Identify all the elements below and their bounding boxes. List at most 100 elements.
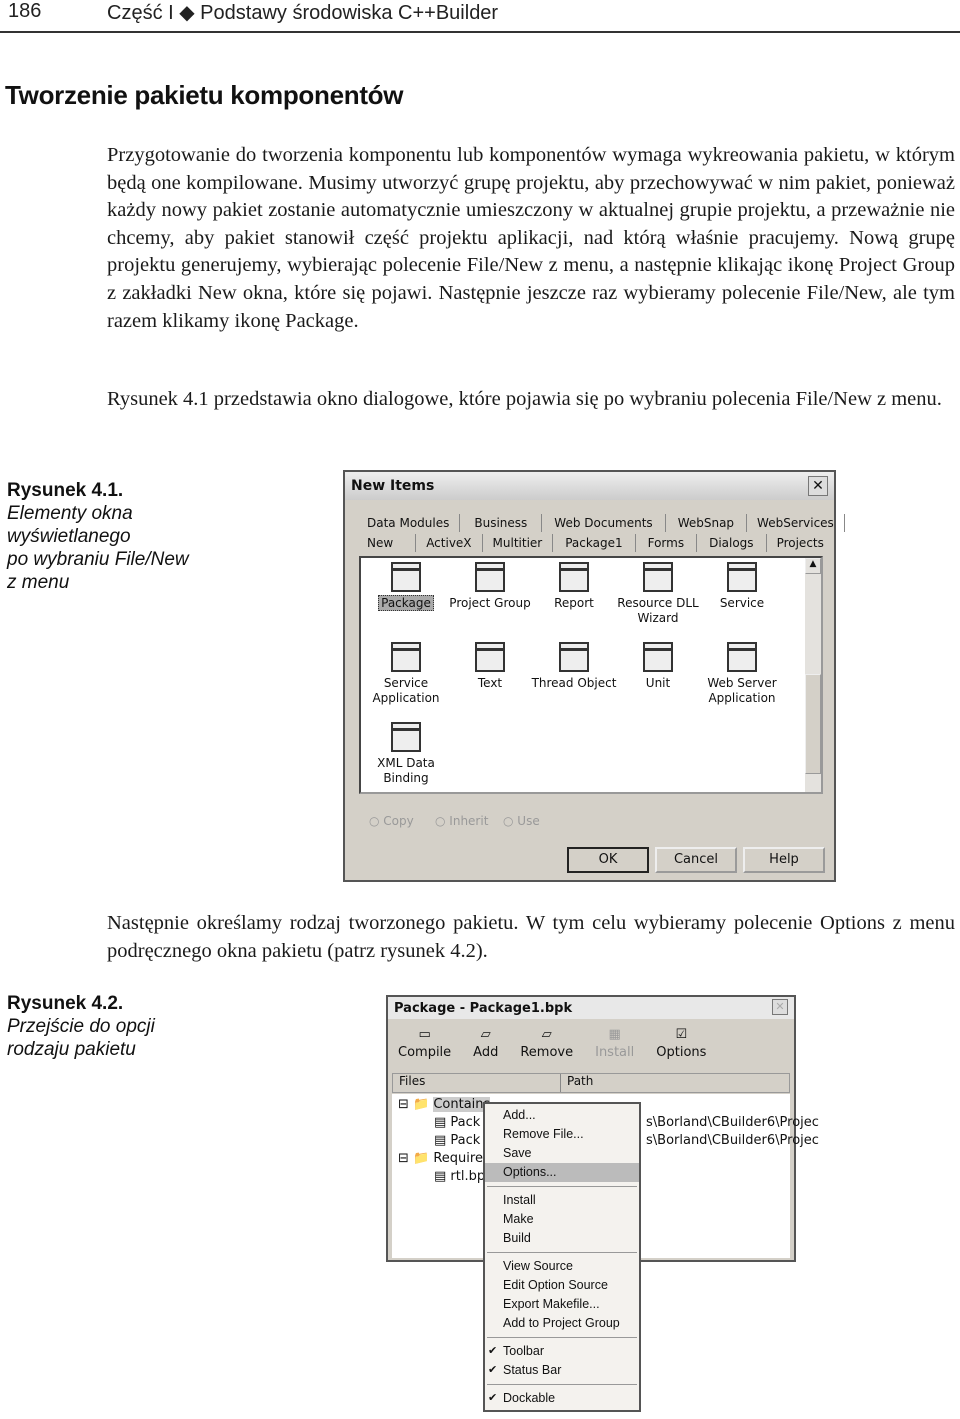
tab-forms[interactable]: Forms xyxy=(636,534,698,552)
figure-caption: Rysunek 4.2. Przejście do opcji rodzaju … xyxy=(7,992,155,1061)
menu-separator xyxy=(487,1186,637,1187)
menu-item-label: Add to Project Group xyxy=(503,1316,620,1330)
menu-item[interactable]: Remove File... xyxy=(485,1125,639,1144)
caption-line: Przejście do opcji xyxy=(7,1016,155,1037)
column-files[interactable]: Files xyxy=(393,1074,561,1092)
options-button[interactable]: ☑ Options xyxy=(656,1027,706,1060)
menu-item[interactable]: Install xyxy=(485,1191,639,1210)
menu-item-label: Build xyxy=(503,1231,531,1245)
radio-copy[interactable]: ○ Copy xyxy=(369,814,414,828)
project-group-icon xyxy=(475,562,505,592)
menu-item[interactable]: Add... xyxy=(485,1106,639,1125)
item-report[interactable]: Report xyxy=(529,562,619,611)
caption-line: rodzaju pakietu xyxy=(7,1039,136,1060)
item-thread-object[interactable]: Thread Object xyxy=(529,642,619,691)
menu-item-label: Dockable xyxy=(503,1391,556,1405)
context-menu: Add... Remove File... Save Options... Instal… xyxy=(483,1102,641,1412)
scrollbar[interactable]: ▲ xyxy=(805,558,821,792)
dialog-title: New Items xyxy=(351,478,435,494)
running-header: Część I ◆ Podstawy środowiska C++Builder xyxy=(107,2,499,24)
figure-caption: Rysunek 4.1. Elementy okna wyświetlanego… xyxy=(7,479,189,594)
scroll-thumb[interactable] xyxy=(805,674,821,774)
menu-item[interactable]: View Source xyxy=(485,1257,639,1276)
item-unit[interactable]: Unit xyxy=(613,642,703,691)
radio-inherit[interactable]: ○ Inherit xyxy=(435,814,488,828)
item-package[interactable]: Package xyxy=(361,562,451,611)
install-button[interactable]: ▦ Install xyxy=(595,1027,634,1060)
tab-web-documents[interactable]: Web Documents xyxy=(542,514,666,532)
tab-business[interactable]: Business xyxy=(460,514,543,532)
text-icon xyxy=(475,642,505,672)
menu-separator xyxy=(487,1337,637,1338)
tab-new[interactable]: New xyxy=(357,534,417,552)
xml-icon xyxy=(391,722,421,752)
cancel-button[interactable]: Cancel xyxy=(655,847,737,873)
tab-webservices[interactable]: WebServices xyxy=(747,514,845,532)
service-application-icon xyxy=(391,642,421,672)
remove-icon: ▱ xyxy=(541,1027,552,1042)
close-button[interactable]: ✕ xyxy=(808,476,828,496)
menu-item[interactable]: Build xyxy=(485,1229,639,1248)
menu-item[interactable]: Make xyxy=(485,1210,639,1229)
new-items-dialog: New Items ✕ Data Modules Business Web Do… xyxy=(343,470,845,882)
add-button[interactable]: ▱ Add xyxy=(473,1027,498,1060)
window-title: Package - Package1.bpk xyxy=(394,1000,573,1016)
resource-dll-icon xyxy=(643,562,673,592)
path-cell: s\Borland\CBuilder6\Projec xyxy=(646,1133,819,1148)
tab-projects[interactable]: Projects xyxy=(767,534,834,552)
section-heading: Tworzenie pakietu komponentów xyxy=(5,80,404,110)
menu-item[interactable]: ✔ Status Bar xyxy=(485,1361,639,1380)
caption-line: wyświetlanego xyxy=(7,526,131,547)
menu-item[interactable]: ✔ Dockable xyxy=(485,1389,639,1408)
title-bar: Package - Package1.bpk xyxy=(388,997,794,1019)
menu-item[interactable]: Export Makefile... xyxy=(485,1295,639,1314)
tab-dialogs[interactable]: Dialogs xyxy=(697,534,767,552)
add-icon: ▱ xyxy=(480,1027,491,1042)
menu-item[interactable]: Options... xyxy=(485,1163,639,1182)
report-icon xyxy=(559,562,589,592)
menu-item[interactable]: Save xyxy=(485,1144,639,1163)
paragraph: Następnie określamy rodzaj tworzonego pa… xyxy=(107,912,955,962)
menu-item-label: Status Bar xyxy=(503,1363,562,1377)
tab-multitier[interactable]: Multitier xyxy=(483,534,554,552)
radio-use[interactable]: ○ Use xyxy=(503,814,540,828)
menu-item-label: View Source xyxy=(503,1259,573,1273)
menu-item-label: Add... xyxy=(503,1108,536,1122)
options-icon: ☑ xyxy=(675,1027,688,1042)
menu-item-label: Make xyxy=(503,1212,534,1226)
compile-button[interactable]: ▭ Compile xyxy=(398,1027,451,1060)
menu-item-label: Install xyxy=(503,1193,536,1207)
compile-icon: ▭ xyxy=(418,1027,431,1042)
caption-line: z menu xyxy=(7,572,70,593)
item-resource-dll-wizard[interactable]: Resource DLL Wizard xyxy=(613,562,703,626)
tab-package1[interactable]: Package1 xyxy=(553,534,636,552)
close-button[interactable]: ✕ xyxy=(772,999,788,1015)
menu-item[interactable]: Edit Option Source xyxy=(485,1276,639,1295)
tab-data-modules[interactable]: Data Modules xyxy=(357,514,461,532)
paragraph: Przygotowanie do tworzenia komponentu lu… xyxy=(107,144,955,332)
item-web-server-application[interactable]: Web Server Application xyxy=(697,642,787,706)
ok-button[interactable]: OK xyxy=(567,847,649,873)
menu-item[interactable]: ✔ Toolbar xyxy=(485,1342,639,1361)
help-button[interactable]: Help xyxy=(743,847,825,873)
menu-item[interactable]: Add to Project Group xyxy=(485,1314,639,1333)
item-xml-data-binding[interactable]: XML Data Binding xyxy=(361,722,451,786)
item-project-group[interactable]: Project Group xyxy=(445,562,535,611)
header-rule xyxy=(0,31,960,33)
tab-websnap[interactable]: WebSnap xyxy=(666,514,748,532)
service-icon xyxy=(727,562,757,592)
menu-item-label: Save xyxy=(503,1146,532,1160)
scroll-up-icon[interactable]: ▲ xyxy=(805,558,821,574)
item-service[interactable]: Service xyxy=(697,562,787,611)
web-server-icon xyxy=(727,642,757,672)
check-icon: ✔ xyxy=(488,1392,498,1404)
paragraph: Rysunek 4.1 przedstawia okno dialogowe, … xyxy=(107,388,942,410)
menu-separator xyxy=(487,1252,637,1253)
menu-separator xyxy=(487,1384,637,1385)
item-text[interactable]: Text xyxy=(445,642,535,691)
item-service-application[interactable]: Service Application xyxy=(361,642,451,706)
tab-activex[interactable]: ActiveX xyxy=(416,534,483,552)
check-icon: ✔ xyxy=(488,1345,498,1357)
column-path[interactable]: Path xyxy=(561,1074,593,1092)
remove-button[interactable]: ▱ Remove xyxy=(520,1027,573,1060)
